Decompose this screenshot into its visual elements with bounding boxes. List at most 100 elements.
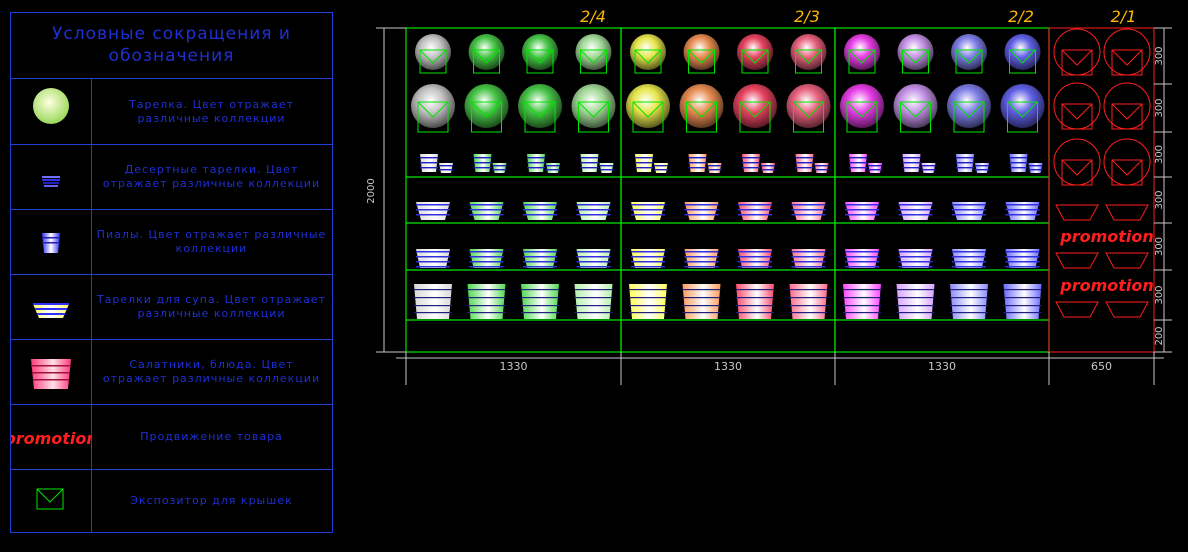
dessert-plate: [546, 163, 560, 173]
width-dimension-label: 1330: [928, 360, 956, 373]
dessert-stripe: [1028, 169, 1043, 171]
salad-stripe: [682, 312, 721, 314]
dessert-stripe: [814, 169, 829, 171]
soup-stripe: [898, 256, 933, 258]
width-dimension-label: 1330: [714, 360, 742, 373]
promo-bowl-outline: [1105, 204, 1149, 221]
dessert-stripe: [492, 165, 507, 167]
salad-stripe: [736, 312, 774, 314]
cup-stripe: [1009, 162, 1028, 164]
soup-stripe: [523, 256, 557, 258]
cup-stripe: [527, 157, 545, 159]
soup-stripe: [576, 204, 611, 206]
dessert-plate: [761, 163, 775, 173]
salad-stripe: [736, 305, 774, 307]
soup-stripe: [576, 209, 611, 211]
promo-plate-outline: [1053, 82, 1101, 130]
soup-stripe: [469, 204, 504, 206]
cup-stripe: [902, 157, 921, 159]
salad-stripe: [789, 312, 828, 314]
cup-stripe: [795, 162, 814, 164]
height-dimension-label: 2000: [366, 178, 377, 203]
salad-stripe: [789, 297, 828, 299]
cup-stripe: [580, 162, 599, 164]
soup-stripe: [738, 214, 772, 216]
soup-stripe: [631, 256, 665, 258]
soup-stripe: [1005, 266, 1040, 268]
salad-stripe: [736, 297, 774, 299]
cup-stripe: [527, 167, 545, 169]
salad-stripe: [467, 312, 506, 314]
promo-lid-display-icon: [1061, 103, 1093, 130]
soup-stripe: [416, 214, 450, 216]
dessert-plate: [707, 163, 722, 173]
cup-stripe: [902, 167, 921, 169]
cup-stripe: [473, 167, 492, 169]
soup-stripe: [523, 261, 557, 263]
salad-stripe: [896, 312, 935, 314]
dessert-stripe: [868, 169, 882, 171]
soup-stripe: [791, 256, 826, 258]
promo-bowl-outline: [1105, 301, 1149, 318]
salad-stripe: [950, 305, 988, 307]
right-dimension-label: 300: [1154, 98, 1165, 117]
dessert-stripe: [868, 165, 882, 167]
soup-stripe: [631, 204, 665, 206]
cup-stripe: [688, 167, 707, 169]
salad-stripe: [736, 289, 774, 291]
section-label: 2/4: [580, 7, 606, 26]
soup-stripe: [952, 256, 986, 258]
soup-stripe: [738, 204, 772, 206]
soup-stripe: [898, 261, 933, 263]
soup-stripe: [416, 256, 450, 258]
salad-stripe: [467, 289, 506, 291]
soup-stripe: [684, 261, 719, 263]
dessert-plate: [492, 163, 507, 173]
soup-stripe: [523, 266, 557, 268]
soup-stripe: [631, 261, 665, 263]
soup-stripe: [469, 209, 504, 211]
dessert-stripe: [492, 169, 507, 171]
dessert-plate: [599, 163, 614, 173]
salad-stripe: [574, 297, 613, 299]
dessert-stripe: [546, 169, 560, 171]
promo-bowl-outline: [1055, 204, 1099, 221]
salad-stripe: [521, 289, 559, 291]
salad-stripe: [950, 289, 988, 291]
width-dimension-label: 1330: [500, 360, 528, 373]
salad-stripe: [896, 305, 935, 307]
salad-stripe: [414, 312, 452, 314]
cup-stripe: [956, 162, 974, 164]
promo-plate-outline: [1103, 82, 1151, 130]
salad-stripe: [629, 305, 667, 307]
cup-stripe: [635, 162, 653, 164]
soup-stripe: [845, 251, 879, 253]
dessert-stripe: [546, 165, 560, 167]
cup-stripe: [795, 157, 814, 159]
dessert-stripe: [761, 165, 775, 167]
promo-bowl-outline: [1055, 301, 1099, 318]
soup-stripe: [631, 266, 665, 268]
salad-stripe: [574, 289, 613, 291]
salad-stripe: [1003, 297, 1042, 299]
promo-plate-outline: [1053, 138, 1101, 186]
cup-stripe: [527, 162, 545, 164]
salad-stripe: [414, 289, 452, 291]
soup-stripe: [898, 266, 933, 268]
promo-lid-display-icon: [1061, 49, 1093, 76]
soup-stripe: [523, 209, 557, 211]
soup-stripe: [952, 214, 986, 216]
promo-bowl-outline: [1055, 252, 1099, 269]
soup-stripe: [738, 251, 772, 253]
cup-stripe: [420, 162, 438, 164]
soup-stripe: [845, 214, 879, 216]
dessert-stripe: [439, 169, 453, 171]
salad-stripe: [843, 305, 881, 307]
salad-stripe: [843, 297, 881, 299]
soup-stripe: [576, 251, 611, 253]
section-label: 2/3: [794, 7, 820, 26]
soup-stripe: [738, 261, 772, 263]
salad-stripe: [843, 289, 881, 291]
dessert-plate: [654, 163, 668, 173]
salad-stripe: [629, 312, 667, 314]
